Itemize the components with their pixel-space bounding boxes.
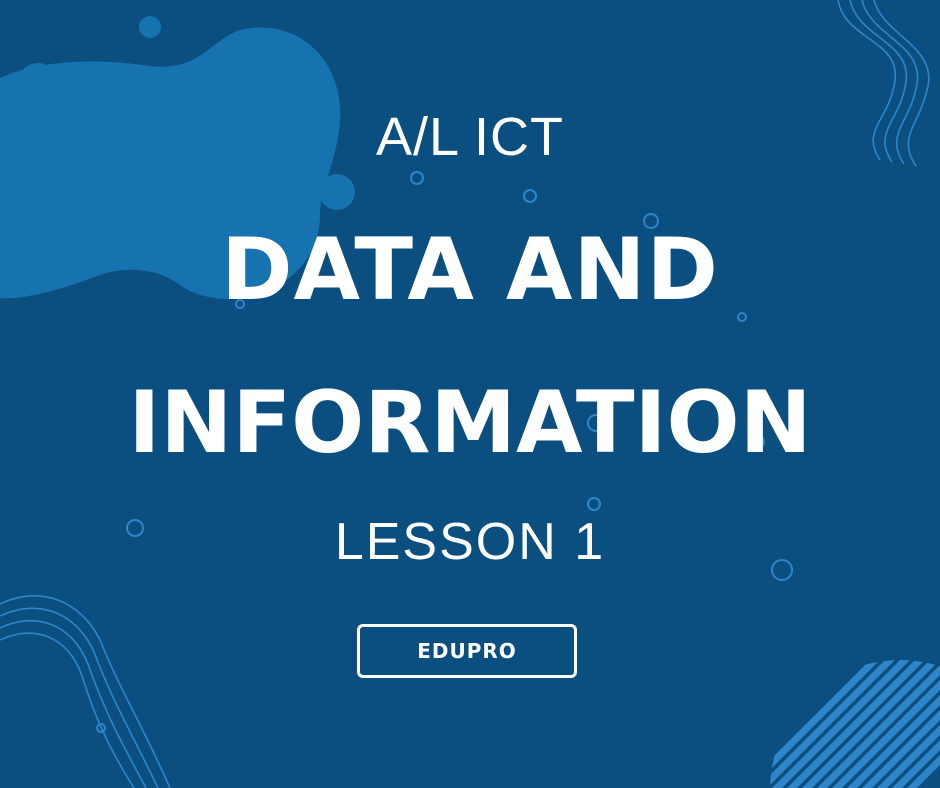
wave-lines-bottom-left bbox=[0, 595, 171, 788]
title-line-2: INFORMATION bbox=[128, 373, 812, 473]
brand-badge-button[interactable]: EDUPRO bbox=[357, 624, 577, 678]
poster-canvas: A/L ICT DATA AND INFORMATION LESSON 1 ED… bbox=[0, 0, 940, 788]
dot-circle bbox=[139, 16, 161, 38]
dot-circle bbox=[18, 63, 58, 103]
striped-circle bbox=[770, 660, 940, 788]
title-line-1: DATA AND bbox=[221, 220, 719, 320]
bubble-circle bbox=[523, 189, 537, 203]
dot-circle bbox=[319, 174, 355, 210]
course-kicker: A/L ICT bbox=[375, 107, 565, 167]
lesson-subtitle: LESSON 1 bbox=[334, 513, 606, 571]
